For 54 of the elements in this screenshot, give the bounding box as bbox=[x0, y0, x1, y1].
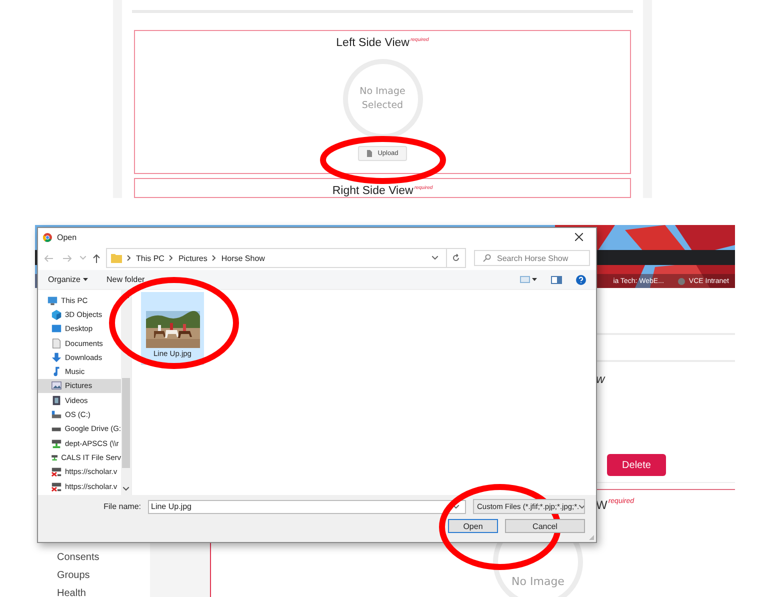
breadcrumb-item[interactable]: Horse Show bbox=[221, 254, 265, 262]
folder-icon bbox=[111, 253, 122, 263]
chevron-right-icon bbox=[169, 255, 174, 261]
help-icon[interactable] bbox=[576, 274, 586, 284]
computer-icon bbox=[47, 294, 58, 306]
disconnected-drive-icon bbox=[51, 480, 62, 492]
preview-pane-icon[interactable] bbox=[551, 276, 562, 284]
cancel-button[interactable]: Cancel bbox=[505, 519, 585, 533]
section-title: W bbox=[596, 498, 608, 512]
chevron-right-icon bbox=[127, 255, 131, 261]
breadcrumb-item[interactable]: Pictures bbox=[178, 254, 208, 262]
caret-icon bbox=[83, 278, 88, 281]
image-icon bbox=[51, 380, 62, 392]
file-name-field[interactable]: Line Up.jpg bbox=[148, 500, 466, 514]
up-arrow-icon[interactable] bbox=[93, 254, 100, 262]
drive-icon bbox=[51, 409, 62, 420]
search-icon bbox=[483, 254, 491, 262]
new-folder-button[interactable]: New folder bbox=[106, 275, 145, 284]
scrollbar[interactable] bbox=[121, 290, 131, 495]
address-field[interactable]: This PC Pictures Horse Show bbox=[106, 248, 447, 268]
film-icon bbox=[51, 394, 62, 406]
chevron-down-icon[interactable] bbox=[432, 256, 438, 260]
disconnected-drive-icon bbox=[51, 466, 62, 478]
refresh-icon bbox=[452, 254, 460, 262]
browser-logo-icon bbox=[43, 232, 52, 242]
network-drive-icon bbox=[51, 438, 62, 449]
music-note-icon bbox=[51, 366, 62, 378]
view-options-icon[interactable] bbox=[520, 276, 537, 283]
chevron-down-icon bbox=[453, 504, 459, 508]
chevron-down-icon[interactable] bbox=[123, 487, 129, 491]
refresh-button[interactable] bbox=[447, 248, 466, 268]
placeholder-text: No Image Selected bbox=[358, 85, 406, 113]
search-field[interactable]: Search Horse Show bbox=[474, 250, 590, 266]
delete-button[interactable]: Delete bbox=[607, 454, 666, 476]
breadcrumb-item[interactable]: This PC bbox=[136, 254, 164, 262]
section-title: w bbox=[596, 372, 606, 386]
document-icon bbox=[51, 338, 62, 349]
sidebar-item[interactable]: Groups bbox=[57, 569, 150, 583]
section-title: Right Side View bbox=[332, 185, 414, 197]
field-label: File name: bbox=[104, 502, 141, 511]
cube-icon bbox=[51, 308, 62, 320]
download-icon bbox=[51, 352, 62, 363]
window-title: Open bbox=[57, 232, 77, 242]
chevron-down-icon bbox=[579, 504, 584, 508]
organize-menu[interactable]: Organize bbox=[48, 275, 88, 284]
placeholder-text: No Image bbox=[512, 575, 564, 588]
monitor-icon bbox=[51, 323, 62, 334]
open-button[interactable]: Open bbox=[448, 519, 498, 533]
sidebar-item[interactable]: Health bbox=[57, 587, 150, 597]
section-title: Left Side View bbox=[336, 37, 410, 49]
file-icon bbox=[366, 150, 372, 157]
chevron-right-icon bbox=[212, 255, 216, 261]
resize-grip-icon[interactable] bbox=[589, 535, 594, 540]
sidebar-item[interactable]: Consents bbox=[57, 551, 150, 565]
